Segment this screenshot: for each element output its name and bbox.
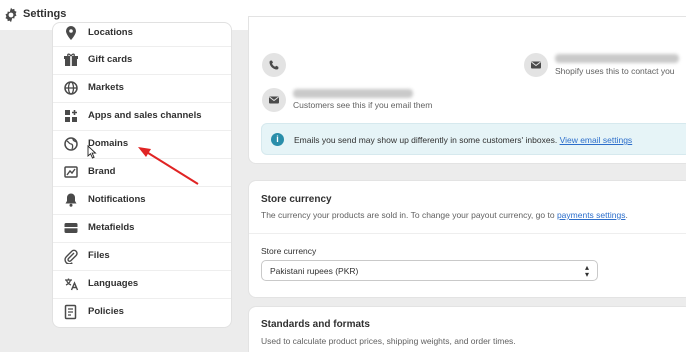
sidebar-item-policies[interactable]: Policies (53, 298, 231, 326)
sidebar-item-domains[interactable]: Domains (53, 130, 231, 158)
email-icon (262, 88, 286, 112)
divider (249, 233, 686, 234)
location-pin-icon (66, 26, 76, 40)
gift-icon (64, 53, 78, 66)
email-icon (524, 53, 548, 77)
payments-settings-link[interactable]: payments settings (557, 210, 626, 220)
sidebar-item-locations[interactable]: Locations (53, 19, 231, 47)
info-icon: i (271, 133, 284, 146)
mouse-cursor-icon (87, 145, 97, 159)
sidebar-item-apps-and-sales-channels[interactable]: Apps and sales channels (53, 102, 231, 130)
standards-formats-title: Standards and formats (261, 319, 370, 330)
bell-icon (65, 193, 77, 207)
customer-email-redacted (293, 89, 413, 98)
standards-formats-description: Used to calculate product prices, shippi… (261, 336, 516, 346)
sidebar-item-gift-cards[interactable]: Gift cards (53, 46, 231, 74)
banner-message: Emails you send may show up differently … (294, 135, 633, 145)
sidebar-item-markets[interactable]: Markets (53, 74, 231, 102)
sender-email-helper: Shopify uses this to contact you (555, 66, 675, 76)
sidebar-item-files[interactable]: Files (53, 242, 231, 270)
paperclip-icon (64, 249, 78, 264)
email-info-banner: i Emails you send may show up differentl… (261, 123, 686, 155)
store-currency-description: The currency your products are sold in. … (261, 210, 628, 220)
store-currency-field-label: Store currency (261, 246, 317, 256)
metafields-icon (64, 223, 78, 233)
customer-email-helper: Customers see this if you email them (293, 100, 433, 110)
sidebar-item-metafields[interactable]: Metafields (53, 214, 231, 242)
gear-icon[interactable] (3, 7, 19, 23)
sidebar-item-languages[interactable]: Languages (53, 270, 231, 298)
language-icon (65, 278, 79, 291)
apps-icon (65, 110, 77, 122)
settings-sidebar: Locations Gift cards Markets Apps and sa… (52, 22, 232, 328)
globe-icon (64, 137, 78, 151)
store-currency-title: Store currency (261, 194, 332, 205)
sender-email-redacted (555, 54, 679, 63)
view-email-settings-link[interactable]: View email settings (560, 135, 633, 145)
phone-icon (262, 53, 286, 77)
globe-icon (64, 81, 78, 95)
policy-icon (64, 304, 77, 320)
sidebar-item-brand[interactable]: Brand (53, 158, 231, 186)
store-currency-select[interactable]: Pakistani rupees (PKR) ▴ ▾ (261, 260, 598, 281)
brand-icon (64, 166, 78, 178)
sidebar-item-notifications[interactable]: Notifications (53, 186, 231, 214)
select-arrows-icon: ▴ ▾ (584, 263, 589, 279)
